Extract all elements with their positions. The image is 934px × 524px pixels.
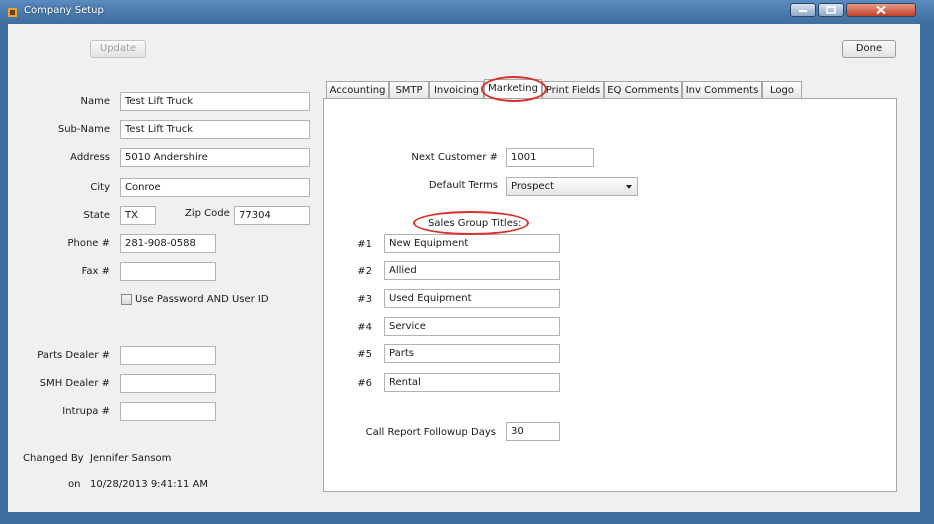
- zip-label: Zip Code: [185, 208, 230, 219]
- window-title: Company Setup: [24, 5, 104, 16]
- tab-logo[interactable]: Logo: [762, 81, 802, 99]
- minimize-icon: [799, 10, 807, 12]
- client-area: Update Done Name Test Lift Truck Sub-Nam…: [8, 24, 920, 512]
- tab-invoicing[interactable]: Invoicing: [429, 81, 484, 99]
- update-button[interactable]: Update: [90, 40, 146, 58]
- tab-smtp[interactable]: SMTP: [389, 81, 429, 99]
- zip-field[interactable]: 77304: [234, 206, 310, 225]
- sales-group-field-4[interactable]: Service: [384, 317, 560, 336]
- next-customer-field[interactable]: 1001: [506, 148, 594, 167]
- changed-on-label: on: [68, 479, 81, 490]
- followup-days-field[interactable]: 30: [506, 422, 560, 441]
- minimize-button[interactable]: [790, 3, 816, 17]
- close-button[interactable]: [846, 3, 916, 17]
- tab-print-fields[interactable]: Print Fields: [542, 81, 604, 99]
- followup-days-label: Call Report Followup Days: [365, 427, 496, 438]
- maximize-icon: [826, 6, 836, 14]
- default-terms-label: Default Terms: [428, 180, 498, 191]
- highlight-sales-group-titles: [413, 211, 529, 235]
- company-setup-window: Company Setup Update Done Name Test Lift…: [0, 0, 934, 524]
- title-bar[interactable]: Company Setup: [0, 0, 934, 24]
- sales-group-field-5[interactable]: Parts: [384, 344, 560, 363]
- chevron-down-icon: [626, 185, 632, 189]
- intrupa-field[interactable]: [120, 402, 216, 421]
- group-num: #4: [357, 322, 372, 333]
- name-label: Name: [80, 96, 110, 107]
- group-num: #1: [357, 239, 372, 250]
- address-label: Address: [70, 152, 110, 163]
- sales-group-field-6[interactable]: Rental: [384, 373, 560, 392]
- subname-field[interactable]: Test Lift Truck: [120, 120, 310, 139]
- smh-dealer-label: SMH Dealer #: [39, 378, 110, 389]
- name-field[interactable]: Test Lift Truck: [120, 92, 310, 111]
- default-terms-select[interactable]: Prospect: [506, 177, 638, 196]
- group-num: #6: [357, 378, 372, 389]
- parts-dealer-label: Parts Dealer #: [37, 350, 110, 361]
- changed-by-value: Jennifer Sansom: [90, 453, 172, 464]
- tab-eq-comments[interactable]: EQ Comments: [604, 81, 682, 99]
- city-field[interactable]: Conroe: [120, 178, 310, 197]
- group-num: #2: [357, 266, 372, 277]
- group-num: #5: [357, 349, 372, 360]
- fax-label: Fax #: [81, 266, 110, 277]
- done-button[interactable]: Done: [842, 40, 896, 58]
- tab-inv-comments[interactable]: Inv Comments: [682, 81, 762, 99]
- use-password-checkbox[interactable]: [121, 294, 132, 305]
- smh-dealer-field[interactable]: [120, 374, 216, 393]
- fax-field[interactable]: [120, 262, 216, 281]
- use-password-label: Use Password AND User ID: [135, 294, 269, 305]
- sales-group-field-1[interactable]: New Equipment: [384, 234, 560, 253]
- highlight-marketing-tab: [481, 76, 547, 102]
- tab-accounting[interactable]: Accounting: [326, 81, 389, 99]
- state-label: State: [83, 210, 110, 221]
- sales-group-field-3[interactable]: Used Equipment: [384, 289, 560, 308]
- phone-label: Phone #: [67, 238, 110, 249]
- parts-dealer-field[interactable]: [120, 346, 216, 365]
- phone-field[interactable]: 281-908-0588: [120, 234, 216, 253]
- intrupa-label: Intrupa #: [62, 406, 110, 417]
- app-icon: [8, 8, 17, 17]
- changed-by-label: Changed By: [23, 453, 84, 464]
- state-field[interactable]: TX: [120, 206, 156, 225]
- maximize-button[interactable]: [818, 3, 844, 17]
- city-label: City: [90, 182, 110, 193]
- next-customer-label: Next Customer #: [411, 152, 498, 163]
- close-icon: [876, 5, 886, 15]
- group-num: #3: [357, 294, 372, 305]
- subname-label: Sub-Name: [57, 124, 110, 135]
- sales-group-field-2[interactable]: Allied: [384, 261, 560, 280]
- changed-on-value: 10/28/2013 9:41:11 AM: [90, 479, 209, 490]
- address-field[interactable]: 5010 Andershire: [120, 148, 310, 167]
- default-terms-value: Prospect: [511, 181, 554, 192]
